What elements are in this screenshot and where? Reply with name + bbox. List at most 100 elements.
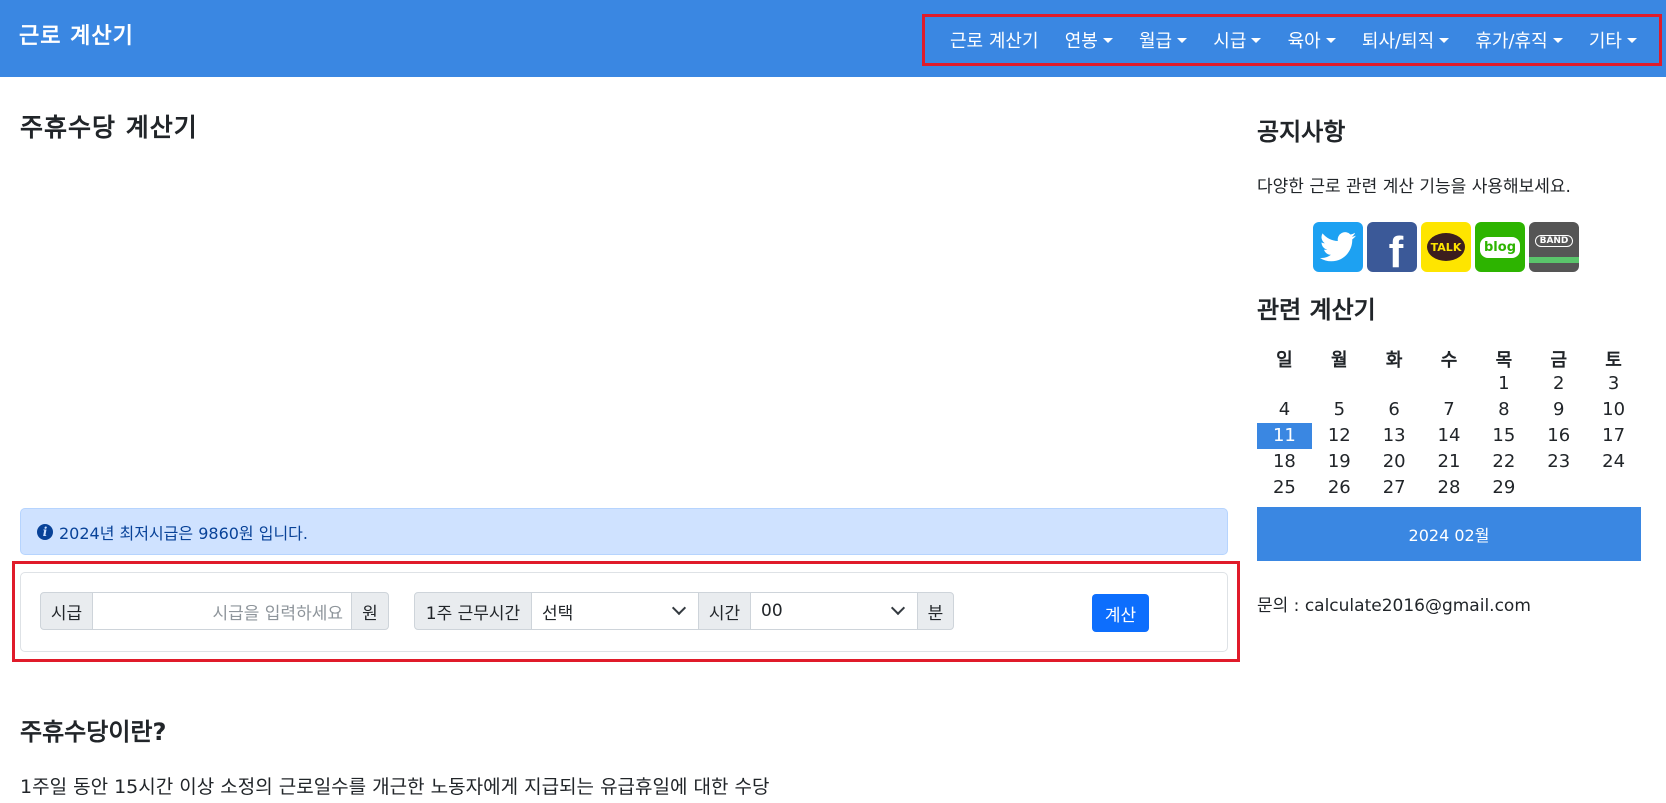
section-text: 1주일 동안 15시간 이상 소정의 근로일수를 개근한 노동자에게 지급되는 … [20, 776, 770, 798]
calendar-day[interactable]: 9 [1531, 397, 1586, 423]
hours-select[interactable]: 선택 [532, 592, 698, 630]
calendar-weekday-row: 일월화수목금토 [1257, 345, 1641, 371]
nav-item-5[interactable]: 퇴사/퇴직 [1361, 27, 1450, 53]
calendar-day[interactable]: 28 [1422, 475, 1477, 501]
calendar-day[interactable]: 18 [1257, 449, 1312, 475]
navbar: 근로 계산기 근로 계산기 연봉 월급 시급 육아 퇴사/퇴직 휴가/휴직 기타 [0, 0, 1666, 77]
calendar-day[interactable]: 21 [1422, 449, 1477, 475]
calendar-day[interactable]: 13 [1367, 423, 1422, 449]
kakaotalk-share-button[interactable]: TALK [1421, 222, 1471, 272]
nav-menu-box: 근로 계산기 연봉 월급 시급 육아 퇴사/퇴직 휴가/휴직 기타 [922, 14, 1662, 66]
calendar-week-row: 18 19 20 21 22 23 24 [1257, 449, 1641, 475]
twitter-share-button[interactable] [1313, 222, 1363, 272]
facebook-share-button[interactable]: f [1367, 222, 1417, 272]
twitter-icon [1320, 232, 1356, 262]
caret-down-icon [1251, 37, 1262, 43]
nav-item-label: 근로 계산기 [950, 31, 1039, 52]
nav-item-1[interactable]: 연봉 [1065, 27, 1113, 53]
hours-input-group: 1주 근무시간 선택 시간 00 분 [414, 592, 954, 630]
calendar-day[interactable]: 23 [1531, 449, 1586, 475]
calendar-day [1531, 475, 1586, 501]
calendar-day [1586, 475, 1641, 501]
band-stripe [1529, 257, 1579, 263]
calendar-week-row: 25 26 27 28 29 [1257, 475, 1641, 501]
calendar-week-row: 11 12 13 14 15 16 17 [1257, 423, 1641, 449]
calculate-button[interactable]: 계산 [1092, 594, 1149, 632]
nav-item-2[interactable]: 월급 [1139, 27, 1188, 53]
related-calculators-title: 관련 계산기 [1257, 296, 1376, 324]
calendar-day[interactable]: 6 [1367, 397, 1422, 423]
calendar: 일 월 화 수 목 금 토 1 2 3 4 5 6 7 8 9 10 11 12 13 14 15 16 17 18 19 20 21… [1257, 345, 1641, 501]
calendar-day[interactable]: 5 [1312, 397, 1367, 423]
nav-item-label: 연봉 [1064, 31, 1098, 52]
calendar-day-today[interactable]: 11 [1257, 423, 1312, 449]
calendar-day[interactable]: 19 [1312, 449, 1367, 475]
social-share-bar: f TALK blog BAND [1313, 222, 1579, 272]
nav-item-label: 월급 [1139, 31, 1173, 52]
wage-label: 시급 [40, 592, 93, 630]
calendar-week-row: 123 [1257, 371, 1641, 397]
calendar-day[interactable]: 15 [1476, 423, 1531, 449]
wage-unit: 원 [351, 592, 389, 630]
calendar-day[interactable]: 2 [1531, 371, 1586, 397]
band-share-button[interactable]: BAND [1529, 222, 1579, 272]
calendar-day[interactable]: 17 [1586, 423, 1641, 449]
calendar-week-row: 4 5 6 7 8 9 10 [1257, 397, 1641, 423]
calendar-day[interactable]: 4 [1257, 397, 1312, 423]
wage-input[interactable]: 시급을 입력하세요 [93, 592, 351, 630]
contact-email: 문의 : calculate2016@gmail.com [1257, 596, 1531, 616]
calendar-day[interactable]: 14 [1422, 423, 1477, 449]
page-title: 주휴수당 계산기 [20, 113, 198, 142]
blog-share-button[interactable]: blog [1475, 222, 1525, 272]
hours-select-value: 선택 [542, 603, 574, 624]
wage-input-group: 시급 시급을 입력하세요 원 [40, 592, 389, 630]
nav-item-label: 기타 [1588, 31, 1622, 52]
nav-item-6[interactable]: 휴가/휴직 [1475, 27, 1563, 53]
min-wage-alert: i 2024년 최저시급은 9860원 입니다. [20, 508, 1228, 555]
section-title: 주휴수당이란? [20, 718, 167, 746]
calendar-day [1257, 371, 1312, 397]
chevron-down-icon [671, 600, 687, 616]
calendar-day[interactable]: 8 [1476, 397, 1531, 423]
band-icon: BAND [1534, 235, 1574, 247]
calendar-month-footer[interactable]: 2024 02월 [1257, 507, 1641, 561]
nav-item-label: 퇴사/퇴직 [1361, 31, 1435, 52]
info-icon: i [37, 523, 53, 540]
nav-item-3[interactable]: 시급 [1213, 27, 1262, 53]
calendar-day[interactable]: 7 [1422, 397, 1477, 423]
calendar-day [1422, 371, 1477, 397]
calendar-day[interactable]: 16 [1531, 423, 1586, 449]
calendar-day[interactable]: 25 [1257, 475, 1312, 501]
hours-unit: 시간 [698, 592, 751, 630]
nav-item-label: 휴가/휴직 [1475, 31, 1548, 52]
nav-item-0[interactable]: 근로 계산기 [950, 27, 1039, 53]
nav-item-label: 시급 [1213, 31, 1247, 52]
minutes-unit: 분 [917, 592, 954, 630]
brand-logo[interactable]: 근로 계산기 [19, 18, 134, 50]
facebook-icon: f [1388, 228, 1404, 272]
calendar-day [1312, 371, 1367, 397]
nav-item-7[interactable]: 기타 [1589, 27, 1637, 53]
weekly-hours-label: 1주 근무시간 [414, 592, 532, 630]
calendar-day[interactable]: 27 [1367, 475, 1422, 501]
calendar-day[interactable]: 1 [1476, 371, 1531, 397]
caret-down-icon [1177, 37, 1188, 43]
calendar-day[interactable]: 22 [1476, 449, 1531, 475]
minutes-select[interactable]: 00 [751, 592, 917, 630]
nav-item-4[interactable]: 육아 [1288, 27, 1336, 53]
calendar-day[interactable]: 20 [1367, 449, 1422, 475]
notice-title: 공지사항 [1257, 118, 1346, 146]
calendar-day[interactable]: 26 [1312, 475, 1367, 501]
calculator-form: 시급 시급을 입력하세요 원 1주 근무시간 선택 시간 00 분 계산 [20, 572, 1228, 652]
calendar-day[interactable]: 24 [1586, 449, 1641, 475]
notice-text: 다양한 근로 관련 계산 기능을 사용해보세요. [1257, 177, 1571, 197]
calendar-day[interactable]: 10 [1586, 397, 1641, 423]
minutes-select-value: 00 [761, 601, 783, 621]
caret-down-icon [1552, 37, 1563, 43]
caret-down-icon [1626, 37, 1637, 43]
calendar-day[interactable]: 29 [1476, 475, 1531, 501]
calendar-day[interactable]: 12 [1312, 423, 1367, 449]
caret-down-icon [1439, 37, 1450, 43]
calendar-day [1367, 371, 1422, 397]
calendar-day[interactable]: 3 [1586, 371, 1641, 397]
